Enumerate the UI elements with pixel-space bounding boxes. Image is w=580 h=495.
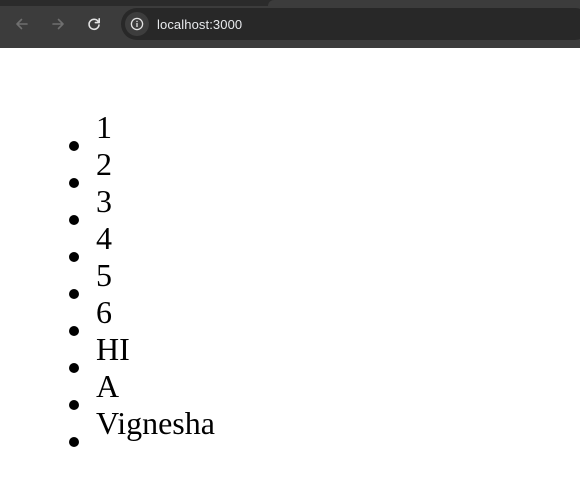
list-item-text: 1 bbox=[96, 109, 112, 145]
bullet bbox=[69, 252, 79, 262]
reload-button[interactable] bbox=[81, 11, 107, 37]
bullet bbox=[69, 289, 79, 299]
list-item: Vignesha bbox=[0, 405, 215, 460]
arrow-right-icon bbox=[52, 18, 64, 30]
arrow-left-icon bbox=[16, 18, 28, 30]
list-item-text: Vignesha bbox=[96, 405, 215, 441]
bullet bbox=[69, 215, 79, 225]
bullet bbox=[69, 363, 79, 373]
tab-strip bbox=[0, 0, 580, 6]
bullet bbox=[69, 141, 79, 151]
page-content: 1 2 3 4 5 6 HI A Vignesha bbox=[0, 48, 580, 495]
bullet bbox=[69, 437, 79, 447]
back-button[interactable] bbox=[9, 11, 35, 37]
site-info-button[interactable] bbox=[125, 12, 149, 36]
bullet bbox=[69, 326, 79, 336]
forward-button[interactable] bbox=[45, 11, 71, 37]
bullet bbox=[69, 400, 79, 410]
list-item-text: 3 bbox=[96, 183, 112, 219]
list-item-text: A bbox=[96, 368, 120, 404]
list-item-text: HI bbox=[96, 331, 130, 367]
info-icon bbox=[130, 17, 144, 31]
reload-icon bbox=[88, 18, 100, 31]
bullet bbox=[69, 178, 79, 188]
list-item-text: 6 bbox=[96, 294, 112, 330]
url-text[interactable]: localhost:3000 bbox=[157, 17, 242, 32]
item-list: 1 2 3 4 5 6 HI A Vignesha bbox=[0, 109, 215, 460]
browser-toolbar: localhost:3000 bbox=[0, 0, 580, 48]
address-bar[interactable]: localhost:3000 bbox=[121, 8, 580, 40]
list-item-text: 4 bbox=[96, 220, 112, 256]
list-item-text: 2 bbox=[96, 146, 112, 182]
list-item-text: 5 bbox=[96, 257, 112, 293]
